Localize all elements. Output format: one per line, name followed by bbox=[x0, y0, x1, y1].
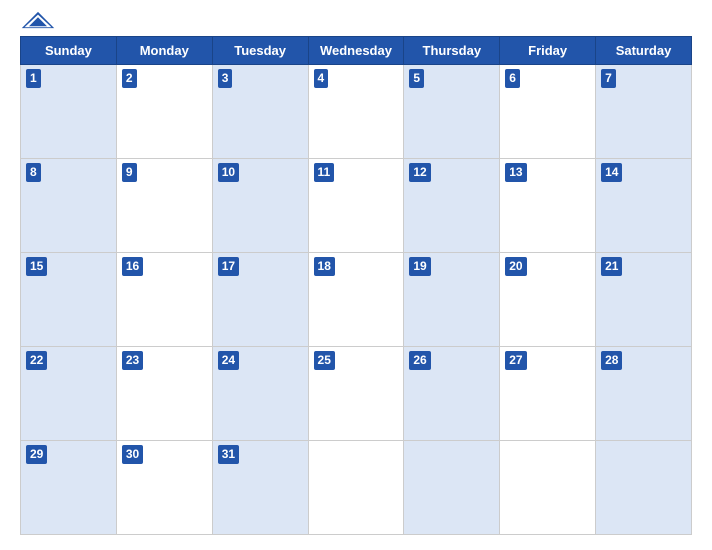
day-number: 10 bbox=[218, 163, 239, 182]
calendar-cell: 16 bbox=[116, 253, 212, 347]
country-label bbox=[592, 10, 692, 16]
calendar-cell: 30 bbox=[116, 441, 212, 535]
calendar-cell bbox=[404, 441, 500, 535]
weekday-header-saturday: Saturday bbox=[596, 37, 692, 65]
day-number: 15 bbox=[26, 257, 47, 276]
calendar-cell: 20 bbox=[500, 253, 596, 347]
day-number: 3 bbox=[218, 69, 233, 88]
calendar-cell: 27 bbox=[500, 347, 596, 441]
calendar-cell: 5 bbox=[404, 65, 500, 159]
day-number: 30 bbox=[122, 445, 143, 464]
calendar-cell: 11 bbox=[308, 159, 404, 253]
calendar-cell bbox=[500, 441, 596, 535]
day-number: 8 bbox=[26, 163, 41, 182]
day-number: 20 bbox=[505, 257, 526, 276]
calendar-cell: 22 bbox=[21, 347, 117, 441]
day-number: 11 bbox=[314, 163, 335, 182]
day-number: 18 bbox=[314, 257, 335, 276]
calendar-body: 1234567891011121314151617181920212223242… bbox=[21, 65, 692, 535]
day-number: 14 bbox=[601, 163, 622, 182]
day-number: 21 bbox=[601, 257, 622, 276]
calendar-week-2: 8 9 10 11 12 13 14 bbox=[21, 159, 692, 253]
calendar-header-row: SundayMondayTuesdayWednesdayThursdayFrid… bbox=[21, 37, 692, 65]
day-number: 5 bbox=[409, 69, 424, 88]
calendar-cell: 3 bbox=[212, 65, 308, 159]
calendar-week-1: 1 2 3 4 5 6 7 bbox=[21, 65, 692, 159]
weekday-header-monday: Monday bbox=[116, 37, 212, 65]
calendar-cell: 18 bbox=[308, 253, 404, 347]
calendar-cell: 15 bbox=[21, 253, 117, 347]
calendar-cell: 23 bbox=[116, 347, 212, 441]
calendar-cell: 31 bbox=[212, 441, 308, 535]
day-number: 28 bbox=[601, 351, 622, 370]
calendar-cell: 12 bbox=[404, 159, 500, 253]
day-number: 26 bbox=[409, 351, 430, 370]
calendar-cell: 2 bbox=[116, 65, 212, 159]
day-number: 12 bbox=[409, 163, 430, 182]
day-number: 9 bbox=[122, 163, 137, 182]
calendar-header bbox=[20, 10, 692, 32]
calendar-cell: 25 bbox=[308, 347, 404, 441]
calendar-cell: 8 bbox=[21, 159, 117, 253]
calendar-cell: 29 bbox=[21, 441, 117, 535]
weekday-header-friday: Friday bbox=[500, 37, 596, 65]
day-number: 4 bbox=[314, 69, 329, 88]
calendar-cell bbox=[596, 441, 692, 535]
calendar-week-5: 29 30 31 bbox=[21, 441, 692, 535]
calendar-table: SundayMondayTuesdayWednesdayThursdayFrid… bbox=[20, 36, 692, 535]
calendar-cell: 10 bbox=[212, 159, 308, 253]
calendar-cell: 1 bbox=[21, 65, 117, 159]
day-number: 23 bbox=[122, 351, 143, 370]
logo-icon bbox=[20, 10, 56, 30]
calendar-cell: 14 bbox=[596, 159, 692, 253]
day-number: 7 bbox=[601, 69, 616, 88]
calendar-cell: 4 bbox=[308, 65, 404, 159]
day-number: 17 bbox=[218, 257, 239, 276]
calendar-cell: 24 bbox=[212, 347, 308, 441]
day-number: 1 bbox=[26, 69, 41, 88]
day-number: 19 bbox=[409, 257, 430, 276]
calendar-cell: 28 bbox=[596, 347, 692, 441]
calendar-cell: 17 bbox=[212, 253, 308, 347]
logo bbox=[20, 10, 120, 32]
calendar-cell: 19 bbox=[404, 253, 500, 347]
calendar-week-3: 15 16 17 18 19 20 21 bbox=[21, 253, 692, 347]
weekday-header-tuesday: Tuesday bbox=[212, 37, 308, 65]
calendar-cell: 6 bbox=[500, 65, 596, 159]
calendar-cell: 21 bbox=[596, 253, 692, 347]
day-number: 13 bbox=[505, 163, 526, 182]
day-number: 25 bbox=[314, 351, 335, 370]
day-number: 27 bbox=[505, 351, 526, 370]
day-number: 29 bbox=[26, 445, 47, 464]
calendar-week-4: 22 23 24 25 26 27 28 bbox=[21, 347, 692, 441]
calendar-cell: 13 bbox=[500, 159, 596, 253]
calendar-cell: 26 bbox=[404, 347, 500, 441]
month-title bbox=[120, 10, 592, 12]
calendar-cell: 9 bbox=[116, 159, 212, 253]
weekday-header-sunday: Sunday bbox=[21, 37, 117, 65]
weekday-header-thursday: Thursday bbox=[404, 37, 500, 65]
day-number: 24 bbox=[218, 351, 239, 370]
day-number: 6 bbox=[505, 69, 520, 88]
day-number: 16 bbox=[122, 257, 143, 276]
calendar-cell bbox=[308, 441, 404, 535]
calendar-cell: 7 bbox=[596, 65, 692, 159]
day-number: 31 bbox=[218, 445, 239, 464]
day-number: 2 bbox=[122, 69, 137, 88]
weekday-header-wednesday: Wednesday bbox=[308, 37, 404, 65]
day-number: 22 bbox=[26, 351, 47, 370]
